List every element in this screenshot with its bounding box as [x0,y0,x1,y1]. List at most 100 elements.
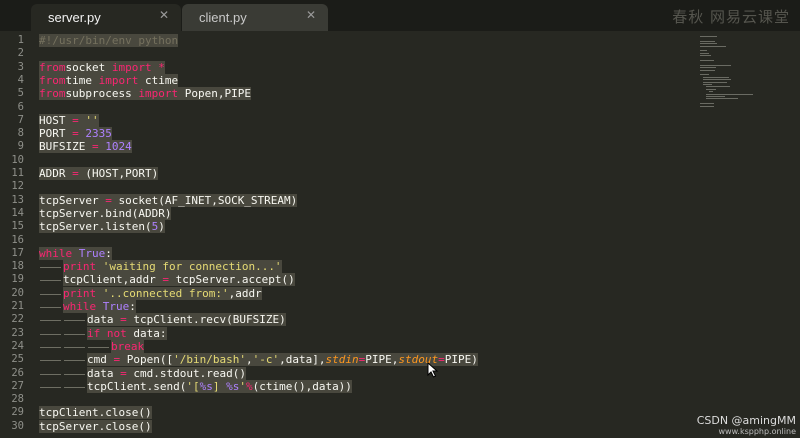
minimap-line [700,45,726,47]
line-number: 8 [17,127,24,140]
line-number: 19 [11,273,24,286]
indent-guide [40,360,61,362]
code-token: '-c' [252,353,280,367]
line-number-gutter: 1 2 3 4 5 6 7 8 9 10 11 12 13 14 15 16 17 18 19 20 21 22 23 24 2… [0,31,34,438]
code-token: data [87,313,121,327]
close-icon[interactable]: ✕ [159,8,169,22]
line-number: 28 [11,393,24,406]
minimap[interactable] [700,36,760,116]
code-token: tcpClient.send( [87,379,187,393]
code-token: cmd.stdout.read() [126,366,246,380]
code-token: import [138,87,179,101]
code-token: while [39,246,73,260]
minimap-line [703,84,712,85]
line-number: 11 [11,167,24,179]
code-token: ctime [138,73,179,87]
line-number: 10 [11,153,24,166]
line-number: 30 [11,419,24,432]
line-number: 27 [11,379,24,392]
code-token: HOST [39,113,73,127]
tab-label: server.py [48,10,101,25]
code-token: '[ [186,379,200,393]
code-token: = [438,353,445,367]
line-number: 15 [11,220,24,233]
indent-guide [40,386,61,388]
minimap-line [700,60,715,61]
line-number: 16 [11,233,24,246]
code-token: data [87,366,121,380]
line-number: 29 [11,406,24,419]
minimap-line [700,74,709,76]
code-line: BUFSIZE = 1024 [39,140,132,154]
line-number: 24 [11,339,24,352]
code-token: %s [226,379,240,393]
minimap-line [706,93,754,95]
code-token: tcpServer.accept() [168,273,295,287]
minimap-line [700,67,716,69]
code-line: tcpServer = socket(AF_INET,SOCK_STREAM) [39,193,298,207]
code-token: = [162,273,169,287]
code-line: data = tcpClient.recv(BUFSIZE) [87,313,286,327]
indent-guide [40,373,61,375]
code-token: socket(AF_INET,SOCK_STREAM) [111,193,298,207]
code-line: tcpServer.bind(ADDR) [39,206,172,220]
minimap-line [706,96,726,97]
minimap-line [703,76,730,78]
indent-guide [40,346,61,348]
minimap-line [700,55,712,57]
mouse-pointer-icon [427,362,439,378]
code-token: stdin [325,353,359,367]
tab-server-py[interactable]: server.py ✕ [31,4,181,31]
code-line: fromsocket import * [39,60,165,74]
code-token: : [129,300,136,313]
code-token: print [63,286,97,300]
indent-guide [64,320,85,322]
code-line: cmd = Popen(['/bin/bash','-c',data],stdi… [87,353,478,367]
indent-guide [40,293,61,295]
line-number: 1 [17,34,24,46]
code-token: socket [65,60,112,74]
code-line: fromsubprocess import Popen,PIPE [39,87,251,101]
code-token: time [65,73,99,87]
code-token: ) [158,220,165,234]
code-token: ' [239,379,246,393]
minimap-line [700,50,708,52]
minimap-line [706,88,716,90]
code-token: = [72,167,79,180]
code-token: = [72,113,79,127]
minimap-line [709,91,713,93]
code-token: tcpClient.recv(BUFSIZE) [126,313,286,327]
line-number: 2 [17,47,24,60]
line-number: 21 [11,300,24,312]
close-icon[interactable]: ✕ [306,8,316,22]
line-number: 22 [11,313,24,326]
code-token: ] [212,379,227,393]
minimap-line [706,98,738,100]
code-token: data: [126,326,167,340]
code-line: break [111,339,145,353]
code-line: print 'waiting for connection...' [63,260,282,274]
code-token: 1024 [105,140,132,154]
code-token: tcpServer.bind(ADDR) [39,206,172,220]
minimap-line [700,64,732,66]
indent-guide [40,307,61,308]
code-token: Popen,PIPE [178,87,251,101]
code-line: data = cmd.stdout.read() [87,366,246,380]
code-token: %s [199,379,213,393]
minimap-line [700,105,714,107]
indent-guide [64,373,85,375]
line-number: 4 [17,73,24,86]
code-token: 'waiting for connection...' [102,260,282,274]
code-token: = [72,127,79,141]
code-token: True [78,246,106,260]
minimap-line [700,43,717,45]
indent-guide [64,386,85,388]
tab-client-py[interactable]: client.py ✕ [182,4,328,31]
indent-guide [64,360,85,362]
code-token: while [63,300,97,313]
